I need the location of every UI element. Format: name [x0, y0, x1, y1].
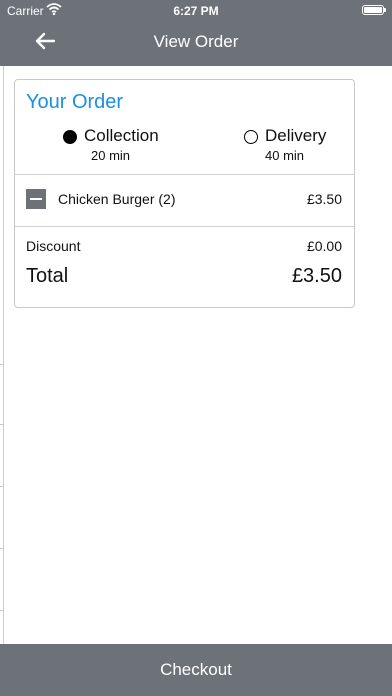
item-price: £3.50	[306, 191, 342, 207]
radio-unselected-icon	[244, 130, 258, 144]
discount-value: £0.00	[306, 238, 342, 254]
battery-icon	[362, 5, 386, 15]
delivery-option[interactable]: Delivery 40 min	[244, 126, 354, 166]
total-value: £3.50	[291, 265, 342, 287]
radio-selected-icon	[63, 130, 77, 144]
delivery-label: Delivery	[265, 126, 327, 145]
top-bar: Carrier 6:27 PM View Order	[0, 0, 392, 66]
delivery-time: 40 min	[265, 148, 305, 163]
status-bar: Carrier 6:27 PM	[0, 0, 392, 20]
discount-label: Discount	[26, 238, 81, 254]
background-page-edge	[0, 66, 4, 644]
checkout-button[interactable]: Checkout	[0, 644, 392, 696]
total-label: Total	[26, 265, 69, 287]
item-name: Chicken Burger (2)	[58, 191, 176, 207]
navigation-bar: View Order	[0, 20, 392, 66]
collection-label: Collection	[84, 126, 159, 145]
status-time: 6:27 PM	[173, 4, 219, 18]
order-item-row: Chicken Burger (2) £3.50	[15, 174, 354, 226]
order-heading: Your Order	[26, 91, 124, 113]
order-card: Your Order Collection 20 min Delivery 40…	[14, 79, 355, 308]
remove-item-button[interactable]	[26, 189, 46, 209]
collection-time: 20 min	[91, 148, 131, 163]
page-title: View Order	[153, 32, 239, 51]
divider	[15, 226, 354, 227]
minus-icon	[30, 198, 42, 200]
collection-option[interactable]: Collection 20 min	[63, 126, 193, 166]
